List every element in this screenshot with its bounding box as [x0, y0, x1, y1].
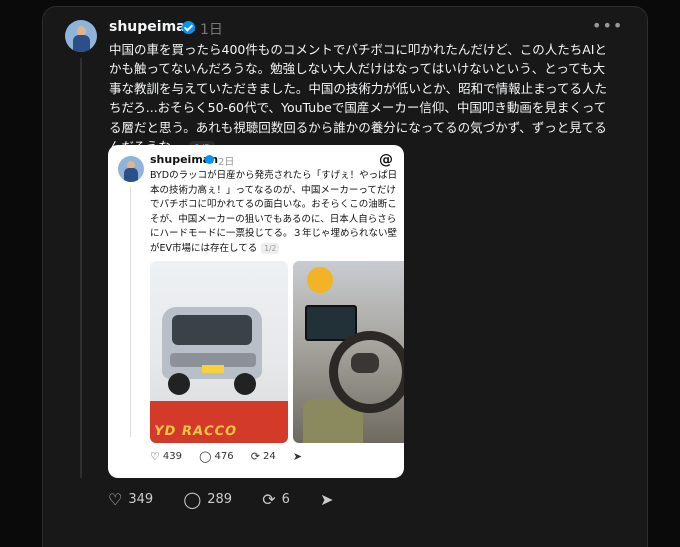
heart-icon: ♡: [150, 450, 160, 463]
comment-icon: ◯: [199, 450, 212, 463]
quoted-repost-button[interactable]: ⟳ 24: [251, 450, 276, 463]
share-icon: ➤: [320, 490, 334, 509]
comment-button[interactable]: ◯ 289: [183, 490, 232, 509]
quoted-avatar: [118, 156, 144, 182]
comment-icon: ◯: [183, 490, 202, 509]
threads-logo-icon: @: [379, 152, 393, 168]
verified-icon: [182, 21, 195, 34]
quoted-like-button[interactable]: ♡ 439: [150, 450, 182, 463]
share-icon: ➤: [292, 450, 303, 463]
share-button[interactable]: ➤: [320, 490, 339, 509]
quoted-post-card[interactable]: shupeiman 2日 @ BYDのラッコが日産から発売されたら「すげぇ！やっ…: [108, 145, 404, 478]
floor-sign: YD RACCO: [152, 424, 239, 439]
repost-icon: ⟳: [262, 490, 276, 509]
quoted-text: BYDのラッコが日産から発売されたら「すげぇ！やっぱ日本の技術力高ぇ！」ってなる…: [150, 169, 400, 257]
photo-car-interior[interactable]: [293, 261, 404, 443]
post-actions: ♡ 349 ◯ 289 ⟳ 6 ➤: [108, 490, 365, 509]
repost-icon: ⟳: [250, 450, 260, 463]
photo-car-exterior[interactable]: YD RACCO: [150, 261, 288, 443]
post-text: 中国の車を買ったら400件ものコメントでパチボコに叩かれたんだけど、この人たちA…: [109, 40, 609, 158]
post-time[interactable]: 1日: [200, 19, 223, 39]
quoted-verified-icon: [205, 155, 214, 164]
heart-icon: ♡: [108, 490, 123, 509]
quoted-share-button[interactable]: ➤: [293, 450, 305, 463]
more-icon[interactable]: •••: [592, 16, 623, 35]
post-body: 中国の車を買ったら400件ものコメントでパチボコに叩かれたんだけど、この人たちA…: [109, 42, 608, 154]
quoted-body: BYDのラッコが日産から発売されたら「すげぇ！やっぱ日本の技術力高ぇ！」ってなる…: [150, 170, 398, 254]
repost-button[interactable]: ⟳ 6: [262, 490, 290, 509]
quoted-page-indicator: 1/2: [261, 242, 280, 254]
quoted-thread-line: [130, 187, 131, 437]
avatar[interactable]: [65, 20, 97, 52]
quoted-comment-button[interactable]: ◯ 476: [199, 450, 233, 463]
quoted-actions: ♡ 439 ◯ 476 ⟳ 24 ➤: [150, 450, 319, 463]
like-button[interactable]: ♡ 349: [108, 490, 153, 509]
quoted-time: 2日: [218, 157, 235, 168]
thread-line: [80, 58, 82, 478]
